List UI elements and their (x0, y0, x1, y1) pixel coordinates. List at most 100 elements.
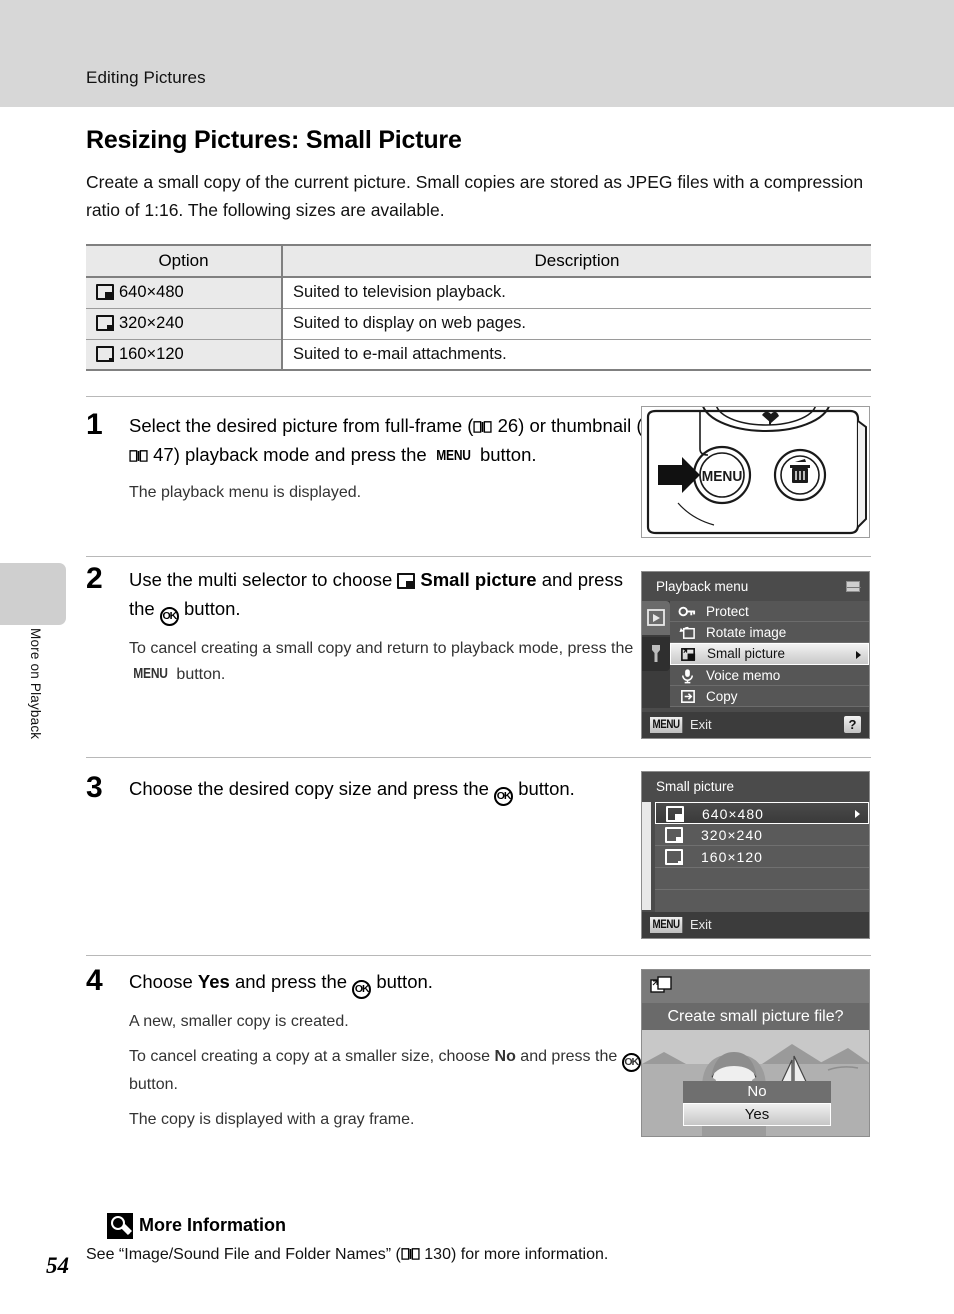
lcd-title: Playback menu (656, 579, 749, 594)
battery-icon (846, 581, 861, 592)
menu-item-copy[interactable]: Copy (670, 686, 869, 707)
confirm-question: Create small picture file? (642, 1003, 869, 1030)
magnifier-icon (107, 1213, 133, 1239)
menu-item-voice-memo[interactable]: Voice memo (670, 665, 869, 686)
ok-button-glyph: OK (159, 606, 179, 626)
size-option-320[interactable]: 320×240 (655, 824, 869, 846)
camera-back-illustration: MENU (641, 406, 870, 538)
menu-item-protect[interactable]: Protect (670, 601, 869, 622)
table-row: 640×480 Suited to television playback. (86, 276, 871, 309)
ok-button-glyph: OK (352, 980, 372, 999)
ok-button-glyph: OK (494, 787, 514, 806)
menu-item-rotate-image[interactable]: Rotate image (670, 622, 869, 643)
divider (86, 757, 871, 758)
lcd-footer: MENU Exit (642, 912, 869, 938)
page-title: Resizing Pictures: Small Picture (86, 126, 462, 154)
confirm-options: No Yes (683, 1081, 831, 1126)
step-instruction: Choose the desired copy size and press t… (129, 775, 646, 806)
small-picture-160-icon (96, 345, 114, 362)
playback-tab-icon[interactable] (642, 601, 670, 635)
step-instruction: Use the multi selector to choose Small p… (129, 566, 646, 626)
small-picture-menu-screenshot: Small picture 640×480 320×240 160×120 ME… (641, 771, 870, 939)
step-instruction: Select the desired picture from full-fra… (129, 412, 646, 470)
microphone-icon (682, 669, 693, 684)
confirm-dialog-screenshot: Create small picture file? No Yes (641, 969, 870, 1137)
running-header-title: Editing Pictures (86, 68, 206, 87)
menu-item-label: Protect (706, 604, 749, 619)
step-number: 1 (86, 408, 103, 441)
step-3: 3 Choose the desired copy size and press… (86, 771, 646, 806)
step-instruction: Choose Yes and press the OK button. (129, 968, 646, 999)
confirm-yes-option[interactable]: Yes (683, 1103, 831, 1126)
step-number: 3 (86, 771, 103, 804)
column-header-option: Option (86, 244, 283, 278)
chapter-thumb-tab (0, 563, 66, 625)
playback-menu-list: Protect Rotate image Small picture Voice… (670, 601, 869, 707)
key-protect-icon (678, 606, 696, 617)
step-2: 2 Use the multi selector to choose Small… (86, 562, 646, 687)
step-note: The copy is displayed with a gray frame. (129, 1111, 415, 1128)
help-icon[interactable]: ? (844, 716, 861, 733)
menu-item-small-picture[interactable]: Small picture (670, 643, 869, 665)
size-option-label: 160×120 (701, 849, 763, 865)
size-option-160[interactable]: 160×120 (655, 846, 869, 868)
small-picture-icon (397, 573, 416, 589)
confirm-no-option[interactable]: No (683, 1081, 831, 1103)
small-picture-icon (681, 648, 696, 661)
small-picture-640-icon (666, 806, 684, 822)
page-reference-icon (401, 1248, 420, 1260)
svg-text:MENU: MENU (702, 469, 743, 486)
more-information-text: See “Image/Sound File and Folder Names” … (86, 1246, 609, 1263)
option-description: Suited to e-mail attachments. (282, 338, 871, 371)
table-row: 320×240 Suited to display on web pages. (86, 307, 871, 340)
lcd-tab-strip (642, 601, 670, 708)
step-note: To cancel creating a copy at a smaller s… (129, 1044, 646, 1097)
step-number: 4 (86, 964, 103, 997)
ok-button-glyph: OK (621, 1053, 641, 1072)
chevron-right-icon (856, 651, 861, 659)
menu-button-glyph: MENU (436, 446, 471, 464)
step-note: The playback menu is displayed. (129, 484, 362, 501)
page-reference-icon (473, 421, 493, 433)
menu-button-glyph: MENU (133, 664, 168, 682)
setup-wrench-tab-icon[interactable] (642, 637, 670, 671)
size-option-640[interactable]: 640×480 (655, 802, 869, 824)
option-label: 160×120 (119, 344, 184, 363)
menu-badge: MENU (650, 717, 683, 733)
small-picture-320-icon (96, 315, 114, 331)
scroll-rail (642, 802, 651, 910)
size-option-label: 640×480 (702, 806, 764, 822)
options-table: Option Description 640×480 Suited to tel… (86, 244, 871, 371)
small-picture-640-icon (96, 284, 114, 301)
option-description: Suited to display on web pages. (282, 307, 871, 340)
rotate-image-icon (679, 626, 695, 639)
step-number: 2 (86, 562, 103, 595)
small-picture-320-icon (665, 827, 683, 843)
more-information-title: More Information (139, 1215, 286, 1235)
divider (86, 955, 871, 956)
chevron-right-icon (855, 810, 860, 818)
step-note: To cancel creating a small copy and retu… (129, 636, 646, 687)
option-label: 640×480 (119, 283, 184, 302)
exit-label: Exit (690, 717, 712, 732)
section-intro: Create a small copy of the current pictu… (86, 172, 864, 220)
step-4: 4 Choose Yes and press the OK button. A … (86, 964, 646, 1132)
chapter-thumb-tab-label: More on Playback (28, 628, 43, 740)
exit-label: Exit (690, 917, 712, 932)
table-row: 160×120 Suited to e-mail attachments. (86, 338, 871, 371)
menu-item-label: Voice memo (706, 668, 781, 683)
small-picture-160-icon (665, 849, 683, 865)
lcd-footer: MENU Exit ? (642, 712, 869, 738)
small-picture-list: 640×480 320×240 160×120 (655, 802, 869, 912)
option-label: 320×240 (119, 314, 184, 332)
lcd-title: Small picture (656, 779, 735, 794)
option-description: Suited to television playback. (282, 276, 871, 309)
divider (86, 556, 871, 557)
menu-badge: MENU (650, 917, 683, 933)
table-header-row: Option Description (86, 244, 871, 278)
step-1: 1 Select the desired picture from full-f… (86, 408, 646, 505)
small-picture-icon (650, 976, 672, 993)
menu-item-label: Rotate image (706, 625, 787, 640)
menu-item-label: Small picture (707, 646, 786, 661)
page-number: 54 (46, 1253, 69, 1278)
